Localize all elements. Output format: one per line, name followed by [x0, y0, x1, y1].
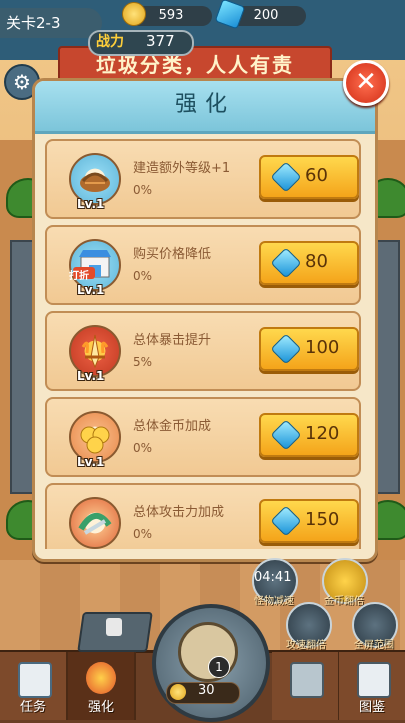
- level-label: 关卡2-3: [0, 8, 102, 38]
- build-icon: [178, 622, 238, 682]
- gem-icon: [270, 247, 302, 279]
- item-name: 总体金币加成: [133, 419, 212, 434]
- build-count-badge: 1: [208, 656, 230, 678]
- close-icon[interactable]: ✕: [343, 60, 389, 106]
- buy-button[interactable]: 100: [259, 327, 359, 371]
- tasks-icon: [18, 662, 52, 698]
- tab-tasks-label: 任务: [19, 700, 46, 715]
- coin-icon: [122, 2, 146, 26]
- item-name: 总体攻击力加成: [133, 505, 225, 520]
- tab-shop[interactable]: [272, 652, 340, 720]
- buy-price: 60: [305, 165, 328, 186]
- power-label: 战力: [96, 34, 124, 50]
- tab-upgrade-label: 强化: [87, 700, 114, 715]
- dialog-title: 强化: [174, 92, 235, 117]
- coin-icon: [170, 684, 186, 700]
- buy-button[interactable]: 60: [259, 155, 359, 199]
- item-percent: 0%: [133, 269, 153, 283]
- buy-button[interactable]: 80: [259, 241, 359, 285]
- upgrade-item: Lv.1 总体暴击提升 5% 100: [45, 311, 361, 391]
- buy-price: 120: [305, 423, 340, 444]
- item-name: 购买价格降低: [133, 247, 212, 262]
- attack-double-label: 攻速翻倍: [286, 640, 326, 651]
- buy-button[interactable]: 150: [259, 499, 359, 543]
- tab-gallery-label: 图鉴: [358, 700, 385, 715]
- item-name: 建造额外等级+1: [133, 161, 231, 176]
- item-percent: 0%: [133, 441, 153, 455]
- full-range-label: 全屏范围: [354, 640, 394, 651]
- upgrade-item: Lv.1 建造额外等级+1 0% 60: [45, 139, 361, 219]
- buy-price: 80: [305, 251, 328, 272]
- gem-icon: [270, 505, 302, 537]
- lock-icon: [106, 618, 122, 636]
- item-level: Lv.1: [77, 455, 105, 469]
- discount-badge: 打折: [69, 271, 89, 282]
- item-percent: 5%: [133, 355, 153, 369]
- build-cost: 30: [198, 683, 215, 698]
- tab-upgrade[interactable]: 强化: [68, 652, 136, 720]
- item-percent: 0%: [133, 183, 153, 197]
- gem-icon: [270, 419, 302, 451]
- item-level: Lv.1: [77, 197, 105, 211]
- tab-gallery[interactable]: 图鉴: [339, 652, 405, 720]
- gem-icon: [270, 161, 302, 193]
- upgrade-item: 打折 Lv.1 购买价格降低 0% 80: [45, 225, 361, 305]
- shop-icon: [290, 662, 324, 698]
- upgrade-list[interactable]: Lv.1 建造额外等级+1 0% 60 打折 Lv.1 购买价格降低 0% 80: [41, 139, 363, 549]
- gallery-icon: [357, 662, 391, 698]
- buy-button[interactable]: 120: [259, 413, 359, 457]
- buy-price: 150: [305, 509, 340, 530]
- power-value: 377: [146, 32, 175, 50]
- upgrade-item: Lv.1 总体金币加成 0% 120: [45, 397, 361, 477]
- buy-price: 100: [305, 337, 340, 358]
- item-percent: 0%: [133, 527, 153, 541]
- attack-icon: [69, 497, 121, 549]
- dialog-header: 强化: [35, 81, 375, 134]
- tab-tasks[interactable]: 任务: [0, 652, 68, 720]
- item-level: Lv.1: [77, 283, 105, 297]
- item-name: 总体暴击提升: [133, 333, 212, 348]
- skill-timer: 04:41: [254, 570, 292, 585]
- upgrade-dialog: 强化 Lv.1 建造额外等级+1 0% 60 打折 Lv.1 购买价格降低 0%: [32, 78, 378, 562]
- flame-icon: [86, 662, 116, 694]
- upgrade-item: 总体攻击力加成 0% 150: [45, 483, 361, 549]
- item-level: Lv.1: [77, 369, 105, 383]
- gem-icon: [270, 333, 302, 365]
- slow-skill-label: 怪物减速: [254, 596, 294, 607]
